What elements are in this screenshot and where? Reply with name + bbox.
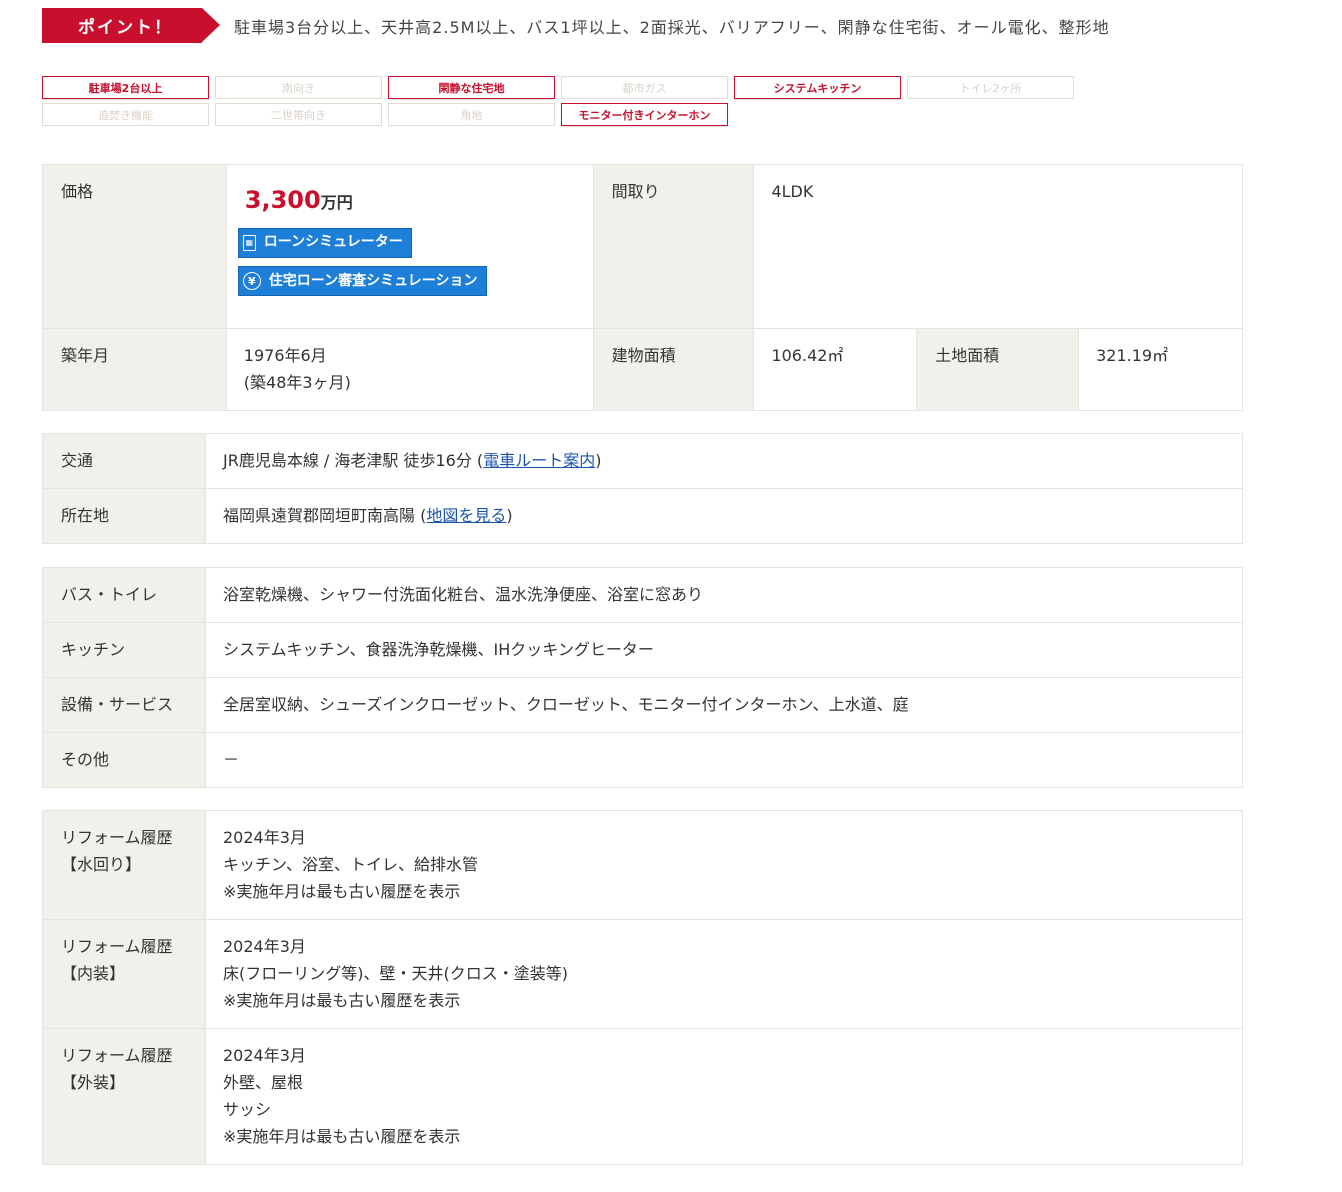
reform-detail: サッシ <box>223 1100 272 1119</box>
building-area-value: 106.42㎡ <box>753 328 918 411</box>
reform-date: 2024年3月 <box>223 1046 306 1065</box>
reform-value: 2024年3月 キッチン、浴室、トイレ、給排水管 ※実施年月は最も古い履歴を表示 <box>205 810 1243 920</box>
built-age: (築48年3ヶ月) <box>243 373 351 392</box>
point-badge: ポイント！ <box>42 8 220 43</box>
equipment-label: キッチン <box>42 622 206 678</box>
yen-icon: ¥ <box>242 272 261 290</box>
address-text: 福岡県遠賀郡岡垣町南高陽 ( <box>223 506 427 525</box>
feature-tag: 二世帯向き <box>215 103 382 126</box>
train-route-link[interactable]: 電車ルート案内 <box>483 451 595 470</box>
loan-review-label: 住宅ローン審査シミュレーション <box>268 272 478 289</box>
summary-table: 価格 3,300万円 ▦ ローンシミュレーター ¥ 住宅ローン審査シミュレーショ… <box>42 164 1243 411</box>
layout-label: 間取り <box>592 164 755 329</box>
map-link[interactable]: 地図を見る <box>426 506 506 525</box>
equipment-value: 全居室収納、シューズインクローゼット、クローゼット、モニター付インターホン、上水… <box>205 677 1243 733</box>
reform-note: ※実施年月は最も古い履歴を表示 <box>223 991 461 1010</box>
reform-value: 2024年3月 外壁、屋根 サッシ ※実施年月は最も古い履歴を表示 <box>205 1028 1243 1165</box>
built-value: 1976年6月 <box>243 346 327 365</box>
equipment-label: 設備・サービス <box>42 677 206 733</box>
equipment-label: その他 <box>42 732 206 788</box>
point-text: 駐車場3台分以上、天井高2.5M以上、バス1坪以上、2面採光、バリアフリー、閑静… <box>234 17 1110 37</box>
feature-tag: システムキッチン <box>734 76 901 99</box>
reform-label-category: 【外装】 <box>61 1073 126 1092</box>
reform-note: ※実施年月は最も古い履歴を表示 <box>223 882 461 901</box>
reform-label-category: 【水回り】 <box>61 855 142 874</box>
built-label: 築年月 <box>42 328 227 411</box>
feature-tag: 南向き <box>215 76 382 99</box>
reform-date: 2024年3月 <box>223 937 306 956</box>
transport-close: ) <box>595 451 602 470</box>
land-area-value: 321.19㎡ <box>1078 328 1243 411</box>
reform-label-title: リフォーム履歴 <box>61 937 173 956</box>
price: 3,300万円 <box>243 187 593 216</box>
equipment-table: バス・トイレ 浴室乾燥機、シャワー付洗面化粧台、温水洗浄便座、浴室に窓あり キッ… <box>42 567 1243 788</box>
feature-tag: 駐車場2台以上 <box>42 76 209 99</box>
loan-review-button[interactable]: ¥ 住宅ローン審査シミュレーション <box>237 266 487 296</box>
reform-table: リフォーム履歴 【水回り】 2024年3月 キッチン、浴室、トイレ、給排水管 ※… <box>42 810 1243 1165</box>
address-label: 所在地 <box>42 488 206 544</box>
built-cell: 1976年6月 (築48年3ヶ月) <box>225 328 594 411</box>
feature-tag: 閑静な住宅地 <box>388 76 555 99</box>
reform-label: リフォーム履歴 【水回り】 <box>42 810 206 920</box>
reform-detail: 床(フローリング等)、壁・天井(クロス・塗装等) <box>223 964 568 983</box>
point-banner: ポイント！ 駐車場3台分以上、天井高2.5M以上、バス1坪以上、2面採光、バリア… <box>42 8 1110 43</box>
feature-tag: 都市ガス <box>561 76 728 99</box>
transport-label: 交通 <box>42 433 206 489</box>
building-area-label: 建物面積 <box>592 328 755 411</box>
equipment-value: システムキッチン、食器洗浄乾燥機、IHクッキングヒーター <box>205 622 1243 678</box>
transport-value: JR鹿児島本線 / 海老津駅 徒歩16分 (電車ルート案内) <box>205 433 1243 489</box>
price-label: 価格 <box>42 164 227 329</box>
reform-note: ※実施年月は最も古い履歴を表示 <box>223 1127 461 1146</box>
reform-label-title: リフォーム履歴 <box>61 1046 173 1065</box>
address-close: ) <box>506 506 513 525</box>
layout-value: 4LDK <box>753 164 1243 329</box>
address-value: 福岡県遠賀郡岡垣町南高陽 (地図を見る) <box>205 488 1243 544</box>
reform-label: リフォーム履歴 【内装】 <box>42 919 206 1029</box>
reform-label: リフォーム履歴 【外装】 <box>42 1028 206 1165</box>
price-value: 3,300 <box>244 186 321 214</box>
reform-detail: 外壁、屋根 <box>223 1073 304 1092</box>
price-cell: 3,300万円 ▦ ローンシミュレーター ¥ 住宅ローン審査シミュレーション <box>225 164 594 329</box>
reform-value: 2024年3月 床(フローリング等)、壁・天井(クロス・塗装等) ※実施年月は最… <box>205 919 1243 1029</box>
feature-tag: モニター付きインターホン <box>561 103 728 126</box>
price-unit: 万円 <box>320 193 353 212</box>
land-area-label: 土地面積 <box>916 328 1080 411</box>
equipment-value: 浴室乾燥機、シャワー付洗面化粧台、温水洗浄便座、浴室に窓あり <box>205 567 1243 623</box>
reform-label-title: リフォーム履歴 <box>61 828 173 847</box>
calculator-icon: ▦ <box>242 234 256 251</box>
loan-simulator-label: ローンシミュレーター <box>263 234 403 250</box>
equipment-value: － <box>205 732 1243 788</box>
feature-tag: 追焚き機能 <box>42 103 209 126</box>
equipment-label: バス・トイレ <box>42 567 206 623</box>
loan-simulator-button[interactable]: ▦ ローンシミュレーター <box>237 227 412 258</box>
transport-text: JR鹿児島本線 / 海老津駅 徒歩16分 ( <box>223 451 484 470</box>
reform-detail: キッチン、浴室、トイレ、給排水管 <box>223 855 479 874</box>
feature-tag: トイレ2ヶ所 <box>907 76 1074 99</box>
reform-label-category: 【内装】 <box>61 964 126 983</box>
reform-date: 2024年3月 <box>223 828 306 847</box>
access-table: 交通 JR鹿児島本線 / 海老津駅 徒歩16分 (電車ルート案内) 所在地 福岡… <box>42 433 1243 544</box>
feature-tags: 駐車場2台以上 南向き 閑静な住宅地 都市ガス システムキッチン トイレ2ヶ所 … <box>42 76 1082 126</box>
feature-tag: 角地 <box>388 103 555 126</box>
